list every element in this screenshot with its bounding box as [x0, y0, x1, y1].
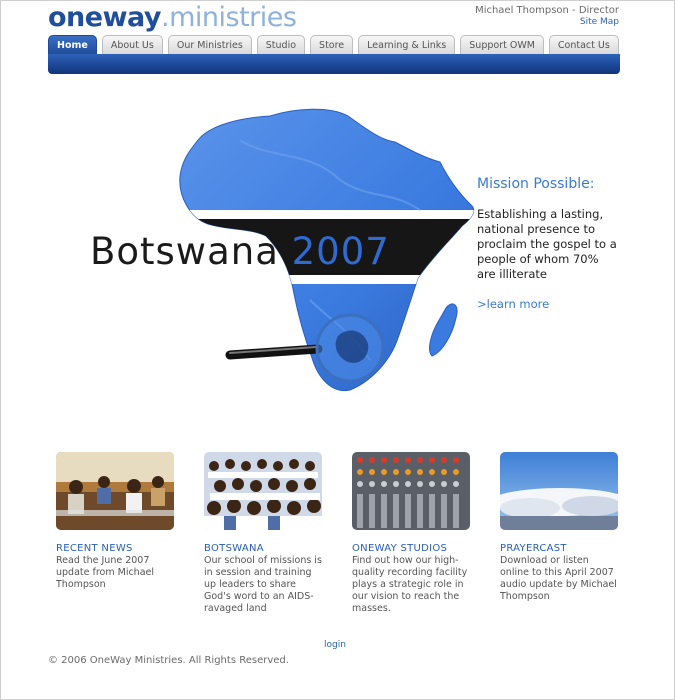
botswana-year: 2007 [291, 230, 390, 273]
feature-prayercast: PRAYERCAST Download or listen online to … [500, 452, 620, 603]
feature-botswana: BOTSWANA Our school of missions is in se… [204, 452, 324, 615]
feature-title[interactable]: ONEWAY STUDIOS [352, 543, 472, 554]
tab-contact-us[interactable]: Contact Us [548, 35, 619, 55]
site-map-link[interactable]: Site Map [580, 17, 619, 27]
feature-title[interactable]: PRAYERCAST [500, 543, 620, 554]
logo-ministries: .ministries [161, 2, 297, 33]
botswana-2007-title: Botswana 2007 [90, 230, 390, 273]
mission-text: Establishing a lasting, national presenc… [477, 207, 617, 281]
feature-text: Read the June 2007 update from Michael T… [56, 555, 155, 590]
logo-oneway: oneway [48, 2, 162, 33]
learn-more-link[interactable]: >learn more [477, 297, 549, 311]
site-logo[interactable]: oneway.ministries [48, 2, 297, 33]
feature-title[interactable]: BOTSWANA [204, 543, 324, 554]
login-link[interactable]: login [324, 640, 346, 650]
feature-title[interactable]: RECENT NEWS [56, 543, 176, 554]
feature-recent-news: RECENT NEWS Read the June 2007 update fr… [56, 452, 176, 591]
tab-store[interactable]: Store [310, 35, 354, 55]
mission-title: Mission Possible: [477, 176, 595, 192]
tab-about-us[interactable]: About Us [101, 35, 163, 55]
nav-bar [48, 54, 620, 74]
tab-learning-links[interactable]: Learning & Links [358, 35, 456, 55]
feature-text: Find out how our high-quality recording … [352, 555, 468, 614]
madagascar-island [429, 303, 458, 357]
recent-news-image[interactable] [56, 452, 174, 530]
oneway-studios-image[interactable] [352, 452, 470, 530]
feature-text: Download or listen online to this April … [500, 555, 617, 602]
main-nav: Home About Us Our Ministries Studio Stor… [48, 35, 619, 55]
copyright-text: © 2006 OneWay Ministries. All Rights Res… [48, 655, 289, 666]
director-name: Michael Thompson - Director [475, 5, 619, 16]
tab-our-ministries[interactable]: Our Ministries [167, 35, 252, 55]
tab-studio[interactable]: Studio [256, 35, 306, 55]
tab-support-owm[interactable]: Support OWM [460, 35, 544, 55]
prayercast-image[interactable] [500, 452, 618, 530]
feature-text: Our school of missions is in session and… [204, 555, 322, 614]
tab-home[interactable]: Home [48, 35, 97, 55]
botswana-word: Botswana [90, 230, 279, 273]
botswana-image[interactable] [204, 452, 322, 530]
feature-oneway-studios: ONEWAY STUDIOS Find out how our high-qua… [352, 452, 472, 615]
